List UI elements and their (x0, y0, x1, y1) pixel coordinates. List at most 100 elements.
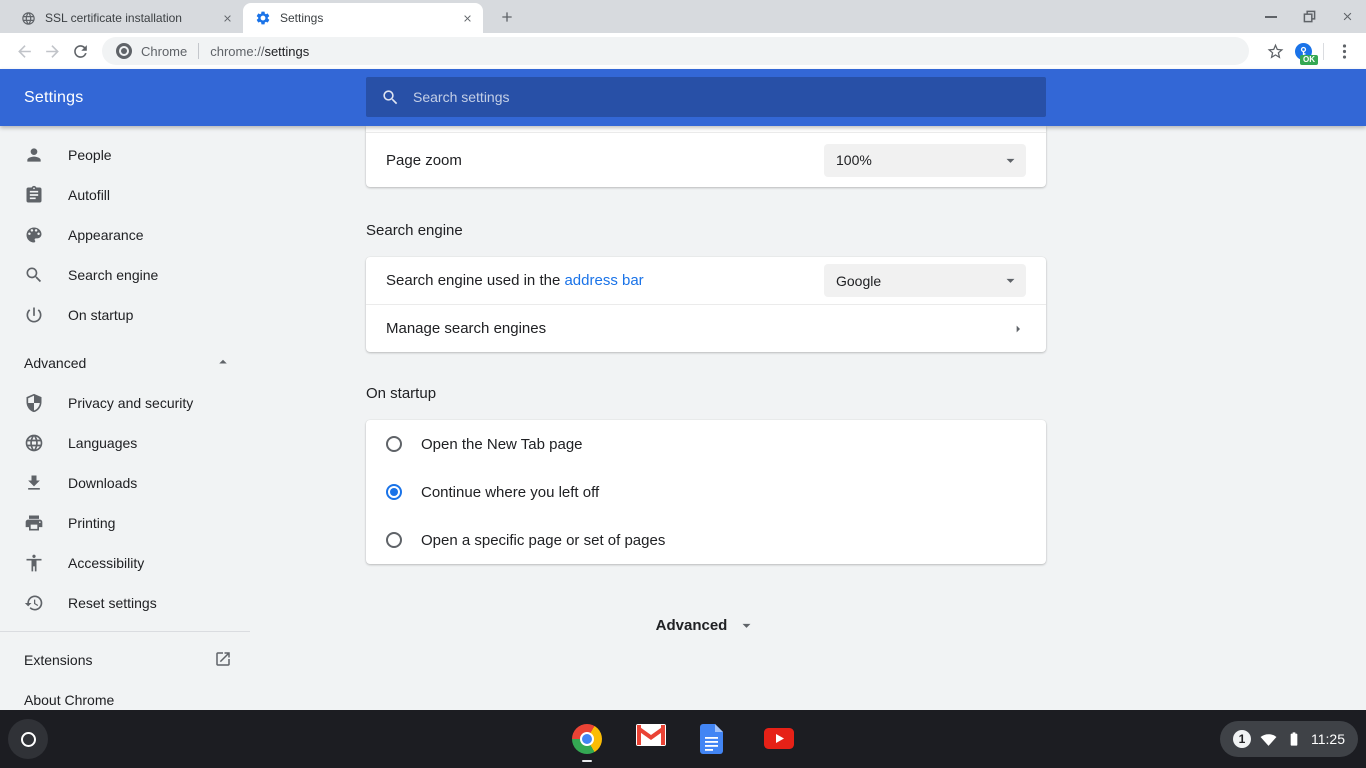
globe-favicon-icon (20, 10, 36, 26)
shelf-apps (572, 710, 794, 768)
radio-button[interactable] (386, 484, 402, 500)
startup-option-specific-pages[interactable]: Open a specific page or set of pages (366, 516, 1046, 564)
settings-sidebar: People Autofill Appearance Search engine… (0, 126, 250, 710)
sidebar-item-extensions[interactable]: Extensions (0, 640, 250, 680)
search-engine-dropdown[interactable]: Google (824, 264, 1026, 297)
battery-icon (1286, 731, 1302, 747)
origin-label: Chrome (141, 44, 187, 59)
page-zoom-label: Page zoom (386, 152, 462, 169)
printer-icon (24, 513, 44, 533)
gmail-app-button[interactable] (636, 724, 666, 754)
sidebar-label: People (68, 147, 112, 163)
tab-close-icon[interactable] (459, 10, 475, 26)
default-search-engine-label: Search engine used in the address bar (386, 272, 644, 289)
advanced-expand-button[interactable]: Advanced (366, 616, 1046, 635)
tab-close-icon[interactable] (219, 10, 235, 26)
minimize-button[interactable] (1264, 10, 1278, 24)
chrome-origin-icon (116, 43, 132, 59)
chrome-app-button[interactable] (572, 724, 602, 754)
new-tab-button[interactable] (493, 3, 521, 31)
close-window-button[interactable] (1340, 10, 1354, 24)
history-icon (24, 593, 44, 613)
sidebar-item-people[interactable]: People (0, 135, 250, 175)
bookmark-star-button[interactable] (1261, 37, 1289, 65)
tab-settings[interactable]: Settings (243, 3, 483, 33)
startup-option-label: Open the New Tab page (421, 436, 583, 453)
sidebar-item-autofill[interactable]: Autofill (0, 175, 250, 215)
tab-ssl-certificate[interactable]: SSL certificate installation (8, 3, 243, 33)
active-app-indicator (582, 760, 592, 762)
radio-button[interactable] (386, 436, 402, 452)
radio-button[interactable] (386, 532, 402, 548)
sidebar-item-appearance[interactable]: Appearance (0, 215, 250, 255)
sidebar-item-downloads[interactable]: Downloads (0, 463, 250, 503)
reload-button[interactable] (66, 37, 94, 65)
sidebar-item-privacy-security[interactable]: Privacy and security (0, 383, 250, 423)
download-icon (24, 473, 44, 493)
back-button[interactable] (10, 37, 38, 65)
settings-search-box[interactable] (366, 77, 1046, 117)
power-icon (24, 305, 44, 325)
sidebar-item-languages[interactable]: Languages (0, 423, 250, 463)
origin-divider (198, 43, 199, 59)
manage-search-engines-row[interactable]: Manage search engines (366, 305, 1046, 352)
settings-search-input[interactable] (413, 89, 973, 105)
extension-button[interactable]: OK (1289, 37, 1317, 65)
toolbar-divider (1323, 43, 1324, 60)
docs-icon (700, 724, 723, 754)
startup-option-label: Continue where you left off (421, 484, 599, 501)
startup-option-continue[interactable]: Continue where you left off (366, 468, 1046, 516)
search-icon (24, 265, 44, 285)
open-in-new-icon (214, 650, 232, 671)
search-engine-value: Google (836, 273, 881, 289)
tab-title: SSL certificate installation (45, 11, 213, 25)
gmail-icon (636, 724, 666, 746)
launcher-button[interactable] (8, 719, 48, 759)
globe-icon (24, 433, 44, 453)
sidebar-item-search-engine[interactable]: Search engine (0, 255, 250, 295)
browser-toolbar: Chrome chrome://settings OK (0, 33, 1366, 69)
youtube-icon (764, 728, 794, 749)
chevron-down-icon (1001, 271, 1020, 290)
search-engine-card: Search engine used in the address bar Go… (366, 257, 1046, 352)
manage-search-engines-label: Manage search engines (386, 320, 546, 337)
sidebar-item-reset-settings[interactable]: Reset settings (0, 583, 250, 623)
tab-title: Settings (280, 11, 453, 25)
page-zoom-dropdown[interactable]: 100% (824, 144, 1026, 177)
sidebar-label: Reset settings (68, 595, 157, 611)
settings-gear-favicon-icon (255, 10, 271, 26)
sidebar-item-about-chrome[interactable]: About Chrome (0, 680, 250, 710)
omnibox[interactable]: Chrome chrome://settings (102, 37, 1249, 65)
appearance-card: Page zoom 100% (366, 126, 1046, 187)
sidebar-label: Downloads (68, 475, 137, 491)
youtube-app-button[interactable] (764, 724, 794, 754)
sidebar-item-printing[interactable]: Printing (0, 503, 250, 543)
startup-option-new-tab[interactable]: Open the New Tab page (366, 420, 1046, 468)
clock-label: 11:25 (1311, 731, 1345, 747)
docs-app-button[interactable] (700, 724, 730, 754)
card-top-sliver (366, 126, 1046, 133)
window-controls (1264, 0, 1354, 33)
on-startup-heading: On startup (366, 386, 1046, 402)
chevron-right-icon (1010, 321, 1026, 337)
sidebar-label: Accessibility (68, 555, 144, 571)
forward-button[interactable] (38, 37, 66, 65)
page-title: Settings (24, 89, 83, 107)
sidebar-item-on-startup[interactable]: On startup (0, 295, 250, 335)
sidebar-item-accessibility[interactable]: Accessibility (0, 543, 250, 583)
chrome-icon (572, 724, 602, 754)
restore-button[interactable] (1302, 10, 1316, 24)
sidebar-label: Appearance (68, 227, 144, 243)
search-icon (381, 88, 400, 107)
sidebar-label: Privacy and security (68, 395, 193, 411)
sidebar-label: On startup (68, 307, 133, 323)
system-tray[interactable]: 1 11:25 (1220, 721, 1358, 757)
address-bar-link[interactable]: address bar (564, 272, 643, 289)
menu-kebab-button[interactable] (1330, 37, 1358, 65)
sidebar-label: Printing (68, 515, 115, 531)
sidebar-advanced-toggle[interactable]: Advanced (0, 343, 250, 383)
palette-icon (24, 225, 44, 245)
sidebar-label: Search engine (68, 267, 158, 283)
accessibility-icon (24, 553, 44, 573)
launcher-circle-icon (21, 732, 36, 747)
